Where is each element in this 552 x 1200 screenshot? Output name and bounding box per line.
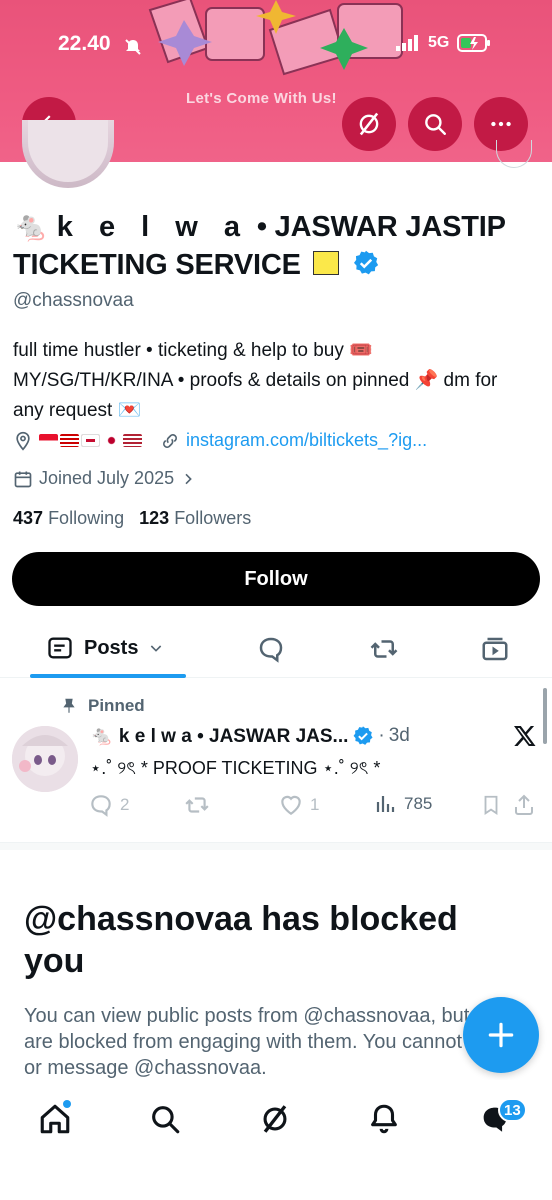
name-spaced: k e l w a: [56, 211, 250, 243]
messages-badge: 13: [498, 1098, 527, 1122]
following-label: Following: [48, 508, 125, 528]
plus-icon: [488, 1022, 514, 1048]
name-emoji: 🐁: [13, 211, 49, 243]
scrollbar[interactable]: [543, 688, 547, 744]
pinned-text: Pinned: [88, 696, 145, 715]
status-bar: 22.40 5G: [0, 30, 552, 60]
chevron-down-icon: [151, 645, 162, 652]
active-tab-indicator: [30, 674, 186, 678]
tab-replies[interactable]: [256, 634, 286, 664]
like-count: 1: [310, 795, 320, 814]
tweet-avatar[interactable]: [12, 726, 78, 792]
section-divider: [0, 842, 552, 850]
posts-tab-icon: [48, 637, 72, 659]
notifications-icon[interactable]: [367, 1102, 401, 1136]
heart-icon: [281, 795, 301, 815]
profile-link[interactable]: instagram.com/biltickets_?ig...: [186, 430, 427, 451]
joined-date: Joined July 2025: [39, 468, 175, 488]
followers-label: Followers: [174, 508, 252, 528]
repost-button[interactable]: [184, 792, 210, 818]
grok-icon[interactable]: [258, 1102, 292, 1136]
following-stat[interactable]: 437 Following: [13, 508, 124, 528]
search-icon: [425, 114, 446, 135]
pinned-label: Pinned: [60, 696, 145, 716]
bottom-nav: [0, 1080, 552, 1200]
views-button[interactable]: 785: [374, 792, 432, 816]
tweet-author[interactable]: 🐁 k e l w a • JASWAR JAS... · 3d: [90, 724, 410, 748]
link-icon: [163, 433, 177, 448]
profile-action-circle[interactable]: [496, 140, 532, 168]
compose-button[interactable]: [463, 997, 539, 1073]
blocked-title: @chassnovaa has blocked you: [24, 900, 458, 980]
like-button[interactable]: 1: [278, 792, 319, 818]
x-logo-icon[interactable]: [512, 724, 538, 748]
tweet-actions: 2 1 785: [88, 792, 538, 822]
verified-badge-icon[interactable]: [352, 249, 380, 277]
joined-row[interactable]: Joined July 2025: [13, 468, 196, 489]
profile-bio: full time hustler • ticketing & help to …: [13, 340, 498, 421]
views-icon: [376, 796, 395, 812]
tweet-text[interactable]: ⋆.˚ ୨ৎ * PROOF TICKETING ⋆.˚ ୨ৎ *: [90, 754, 380, 785]
chevron-right-icon: [185, 473, 192, 484]
followers-count: 123: [139, 508, 170, 528]
network-label: 5G: [428, 34, 450, 51]
following-count: 437: [13, 508, 44, 528]
grok-icon: [359, 112, 379, 136]
reply-icon: [91, 795, 111, 817]
reply-count: 2: [120, 795, 130, 814]
banner-tagline: Let's Come With Us!: [186, 90, 337, 107]
tab-reposts[interactable]: [368, 634, 400, 664]
status-time: 22.40: [58, 32, 111, 55]
profile-meta: instagram.com/biltickets_?ig...: [13, 430, 427, 451]
blocked-body: You can view public posts from @chassnov…: [24, 1005, 519, 1079]
profile-handle: @chassnovaa: [13, 290, 134, 311]
status-right: 5G: [396, 34, 491, 52]
tweet-time-sep: ·: [378, 725, 385, 746]
display-name: 🐁 k e l w a • JASWAR JASTIP TICKETING SE…: [13, 208, 533, 284]
signal-icon: [396, 35, 418, 51]
share-icon[interactable]: [512, 792, 536, 818]
home-notification-dot: [63, 1100, 71, 1108]
follow-stats: 437 Following 123 Followers: [13, 508, 251, 529]
mute-icon: [125, 39, 141, 55]
tweet-author-name: 🐁 k e l w a • JASWAR JAS...: [90, 726, 349, 747]
search-button[interactable]: [408, 97, 462, 151]
tab-media[interactable]: [480, 634, 510, 664]
profile-avatar[interactable]: [22, 120, 114, 188]
tweet-time: 3d: [388, 725, 410, 746]
grok-button[interactable]: [342, 97, 396, 151]
battery-icon: [457, 34, 491, 52]
ticket-emoji-icon: [312, 251, 339, 276]
profile-tabs: Posts: [0, 622, 552, 678]
tab-posts-label: Posts: [84, 636, 139, 659]
reply-button[interactable]: 2: [88, 792, 129, 818]
avatar-image: [28, 120, 108, 182]
more-horizontal-icon: [491, 121, 511, 127]
verified-badge-icon: [353, 726, 373, 745]
location-flags: [39, 434, 142, 447]
bookmark-icon[interactable]: [480, 792, 502, 818]
avatar-image: [12, 726, 78, 792]
pin-icon: [63, 698, 75, 713]
location-icon: [16, 431, 30, 451]
followers-stat[interactable]: 123 Followers: [139, 508, 251, 528]
calendar-icon: [14, 471, 32, 487]
repost-icon: [185, 797, 209, 813]
views-count: 785: [404, 794, 433, 813]
tab-posts[interactable]: Posts: [46, 634, 164, 662]
follow-button[interactable]: Follow: [12, 552, 540, 606]
search-icon[interactable]: [148, 1102, 182, 1136]
